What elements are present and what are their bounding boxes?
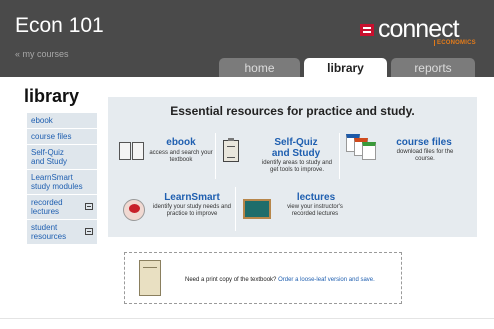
sidebar-item-label: course files bbox=[31, 132, 72, 141]
brain-icon bbox=[123, 199, 145, 221]
sidebar-item-ebook[interactable]: ebook bbox=[27, 113, 97, 129]
sidebar-item-student-resources[interactable]: student resources bbox=[27, 220, 97, 245]
textbook-icon bbox=[139, 260, 161, 296]
logo-subject: ECONOMICS bbox=[434, 40, 476, 46]
lectures-desc: view your instructor's recorded lectures bbox=[287, 204, 343, 217]
sidebar-item-course-files[interactable]: course files bbox=[27, 129, 97, 145]
lectures-title[interactable]: lectures bbox=[281, 192, 351, 203]
sidebar-item-label: student resources bbox=[31, 223, 67, 241]
sidebar-nav: ebook course files Self-Quiz and Study L… bbox=[27, 113, 97, 245]
divider bbox=[0, 318, 494, 319]
sidebar-item-label: Self-Quiz and Study bbox=[31, 148, 68, 166]
print-question: Need a print copy of the textbook? bbox=[185, 277, 277, 283]
sidebar-item-label: LearnSmart study modules bbox=[31, 173, 83, 191]
self-quiz-desc: identify areas to study and get tools to… bbox=[261, 160, 333, 173]
sidebar-item-learnsmart[interactable]: LearnSmart study modules bbox=[27, 170, 97, 195]
app-header: Econ 101 « my courses connect ECONOMICS … bbox=[0, 0, 494, 77]
course-files-desc: download files for the course. bbox=[396, 149, 454, 162]
ebook-desc: access and search your textbook bbox=[149, 150, 213, 163]
sidebar-item-label: ebook bbox=[31, 116, 53, 125]
chalkboard-icon bbox=[243, 199, 271, 219]
sidebar-item-recorded-lectures[interactable]: recorded lectures bbox=[27, 195, 97, 220]
tab-reports[interactable]: reports bbox=[391, 58, 475, 77]
resources-panel: Essential resources for practice and stu… bbox=[108, 97, 477, 237]
lectures-resource[interactable]: lectures view your instructor's recorded… bbox=[239, 189, 353, 229]
sidebar-item-label: recorded lectures bbox=[31, 198, 63, 216]
self-quiz-resource[interactable]: Self-Quiz and Study identify areas to st… bbox=[219, 134, 343, 182]
ebook-title[interactable]: ebook bbox=[148, 137, 214, 148]
print-copy-text: Need a print copy of the textbook? Order… bbox=[185, 277, 375, 283]
connect-logo: connect ECONOMICS bbox=[360, 15, 480, 54]
sidebar-item-self-quiz[interactable]: Self-Quiz and Study bbox=[27, 145, 97, 170]
divider bbox=[339, 133, 340, 179]
learnsmart-resource[interactable]: LearnSmart identify your study needs and… bbox=[116, 189, 238, 229]
self-quiz-title[interactable]: Self-Quiz and Study bbox=[269, 137, 323, 159]
open-book-icon bbox=[119, 142, 145, 160]
file-stack-icon bbox=[346, 134, 376, 160]
divider bbox=[235, 187, 236, 231]
my-courses-link[interactable]: « my courses bbox=[15, 49, 69, 59]
course-title: Econ 101 bbox=[15, 14, 104, 37]
screen-icon bbox=[85, 228, 93, 235]
logo-mark-icon bbox=[360, 24, 374, 36]
course-files-title[interactable]: course files bbox=[384, 137, 464, 148]
tab-library[interactable]: library bbox=[304, 58, 387, 77]
ebook-resource[interactable]: ebook access and search your textbook bbox=[116, 134, 216, 174]
divider bbox=[215, 133, 216, 179]
clipboard-icon bbox=[223, 138, 239, 162]
sidebar-title: library bbox=[24, 86, 80, 106]
learnsmart-title[interactable]: LearnSmart bbox=[156, 192, 228, 203]
screen-icon bbox=[85, 203, 93, 210]
panel-heading: Essential resources for practice and stu… bbox=[170, 104, 415, 118]
learnsmart-desc: identify your study needs and practice t… bbox=[152, 204, 232, 217]
tab-home[interactable]: home bbox=[219, 58, 300, 77]
course-files-resource[interactable]: course files download files for the cour… bbox=[342, 132, 472, 180]
loose-leaf-link[interactable]: Order a loose-leaf version and save. bbox=[278, 277, 375, 283]
print-copy-box: Need a print copy of the textbook? Order… bbox=[124, 252, 402, 304]
